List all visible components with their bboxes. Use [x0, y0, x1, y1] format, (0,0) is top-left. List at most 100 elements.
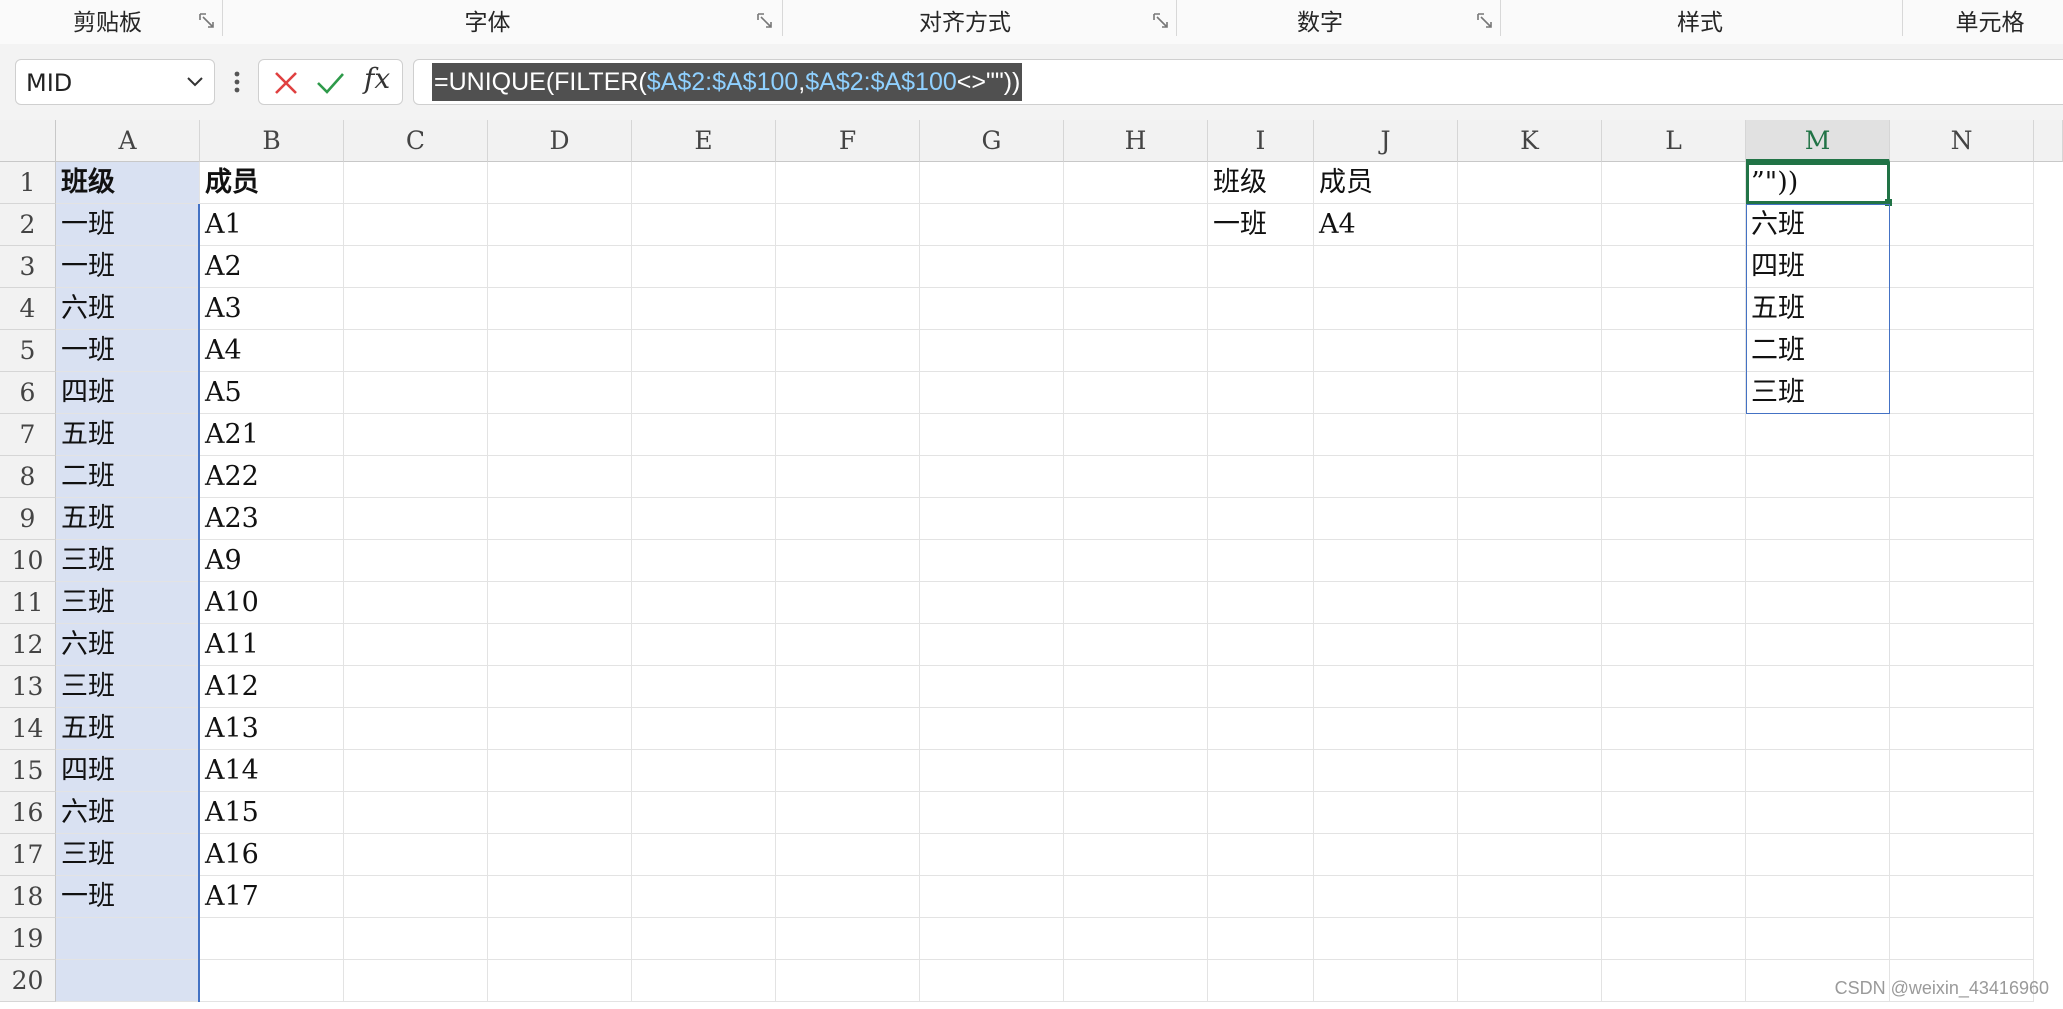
row-header-6[interactable]: 6 [0, 372, 56, 414]
cell-e8[interactable] [632, 456, 776, 498]
cell-f15[interactable] [776, 750, 920, 792]
cell-c5[interactable] [344, 330, 488, 372]
cell-a8[interactable]: 二班 [56, 456, 200, 498]
cell-c6[interactable] [344, 372, 488, 414]
cell-h4[interactable] [1064, 288, 1208, 330]
cell-c17[interactable] [344, 834, 488, 876]
cell-j18[interactable] [1314, 876, 1458, 918]
cell-d11[interactable] [488, 582, 632, 624]
cell-n18[interactable] [1890, 876, 2034, 918]
dialog-launcher-icon[interactable] [1476, 12, 1494, 30]
cell-n4[interactable] [1890, 288, 2034, 330]
cell-j7[interactable] [1314, 414, 1458, 456]
column-header-e[interactable]: E [632, 120, 776, 162]
cell-e7[interactable] [632, 414, 776, 456]
row-header-9[interactable]: 9 [0, 498, 56, 540]
cell-l8[interactable] [1602, 456, 1746, 498]
cell-m2[interactable]: 六班 [1746, 204, 1890, 246]
cell-l2[interactable] [1602, 204, 1746, 246]
cell-a15[interactable]: 四班 [56, 750, 200, 792]
dialog-launcher-icon[interactable] [198, 12, 216, 30]
cell-d18[interactable] [488, 876, 632, 918]
row-header-20[interactable]: 20 [0, 960, 56, 1002]
cell-f13[interactable] [776, 666, 920, 708]
cell-j4[interactable] [1314, 288, 1458, 330]
cell-k8[interactable] [1458, 456, 1602, 498]
cell-a2[interactable]: 一班 [56, 204, 200, 246]
enter-check-icon[interactable] [315, 68, 345, 98]
row-header-5[interactable]: 5 [0, 330, 56, 372]
cell-j11[interactable] [1314, 582, 1458, 624]
cell-h15[interactable] [1064, 750, 1208, 792]
cell-d20[interactable] [488, 960, 632, 1002]
cell-b2[interactable]: A1 [200, 204, 344, 246]
cell-c7[interactable] [344, 414, 488, 456]
column-header-m[interactable]: M [1746, 120, 1890, 162]
cell-a5[interactable]: 一班 [56, 330, 200, 372]
cell-j12[interactable] [1314, 624, 1458, 666]
cell-m11[interactable] [1746, 582, 1890, 624]
cell-b10[interactable]: A9 [200, 540, 344, 582]
cell-b6[interactable]: A5 [200, 372, 344, 414]
cell-f5[interactable] [776, 330, 920, 372]
name-box[interactable]: MID [15, 59, 215, 105]
cell-j10[interactable] [1314, 540, 1458, 582]
cell-n3[interactable] [1890, 246, 2034, 288]
cell-a10[interactable]: 三班 [56, 540, 200, 582]
cell-c4[interactable] [344, 288, 488, 330]
cell-j3[interactable] [1314, 246, 1458, 288]
cell-m19[interactable] [1746, 918, 1890, 960]
cell-e6[interactable] [632, 372, 776, 414]
cell-b8[interactable]: A22 [200, 456, 344, 498]
cell-l3[interactable] [1602, 246, 1746, 288]
cell-i4[interactable] [1208, 288, 1314, 330]
cell-g11[interactable] [920, 582, 1064, 624]
cell-n13[interactable] [1890, 666, 2034, 708]
cell-e18[interactable] [632, 876, 776, 918]
cell-l20[interactable] [1602, 960, 1746, 1002]
cell-g19[interactable] [920, 918, 1064, 960]
cell-i15[interactable] [1208, 750, 1314, 792]
cell-e12[interactable] [632, 624, 776, 666]
cell-m4[interactable]: 五班 [1746, 288, 1890, 330]
cell-l14[interactable] [1602, 708, 1746, 750]
cell-e4[interactable] [632, 288, 776, 330]
cell-n2[interactable] [1890, 204, 2034, 246]
formula-input[interactable]: =UNIQUE(FILTER($A$2:$A$100,$A$2:$A$100<>… [413, 59, 2063, 105]
cell-c15[interactable] [344, 750, 488, 792]
cell-k11[interactable] [1458, 582, 1602, 624]
cell-f9[interactable] [776, 498, 920, 540]
cell-d4[interactable] [488, 288, 632, 330]
cell-l11[interactable] [1602, 582, 1746, 624]
cell-k14[interactable] [1458, 708, 1602, 750]
cell-l4[interactable] [1602, 288, 1746, 330]
cell-h8[interactable] [1064, 456, 1208, 498]
cell-g14[interactable] [920, 708, 1064, 750]
cell-c1[interactable] [344, 162, 488, 204]
column-header-n[interactable]: N [1890, 120, 2034, 162]
cell-l12[interactable] [1602, 624, 1746, 666]
cell-h7[interactable] [1064, 414, 1208, 456]
cell-m10[interactable] [1746, 540, 1890, 582]
cell-h12[interactable] [1064, 624, 1208, 666]
cell-n1[interactable] [1890, 162, 2034, 204]
column-header-k[interactable]: K [1458, 120, 1602, 162]
cell-m6[interactable]: 三班 [1746, 372, 1890, 414]
cell-f4[interactable] [776, 288, 920, 330]
cell-a4[interactable]: 六班 [56, 288, 200, 330]
cell-e17[interactable] [632, 834, 776, 876]
cell-k18[interactable] [1458, 876, 1602, 918]
cell-i13[interactable] [1208, 666, 1314, 708]
cell-f2[interactable] [776, 204, 920, 246]
cell-g1[interactable] [920, 162, 1064, 204]
cell-d3[interactable] [488, 246, 632, 288]
cell-g15[interactable] [920, 750, 1064, 792]
cell-h17[interactable] [1064, 834, 1208, 876]
cell-e1[interactable] [632, 162, 776, 204]
cell-e20[interactable] [632, 960, 776, 1002]
cell-h18[interactable] [1064, 876, 1208, 918]
cell-f6[interactable] [776, 372, 920, 414]
row-header-2[interactable]: 2 [0, 204, 56, 246]
cell-n5[interactable] [1890, 330, 2034, 372]
cell-b7[interactable]: A21 [200, 414, 344, 456]
